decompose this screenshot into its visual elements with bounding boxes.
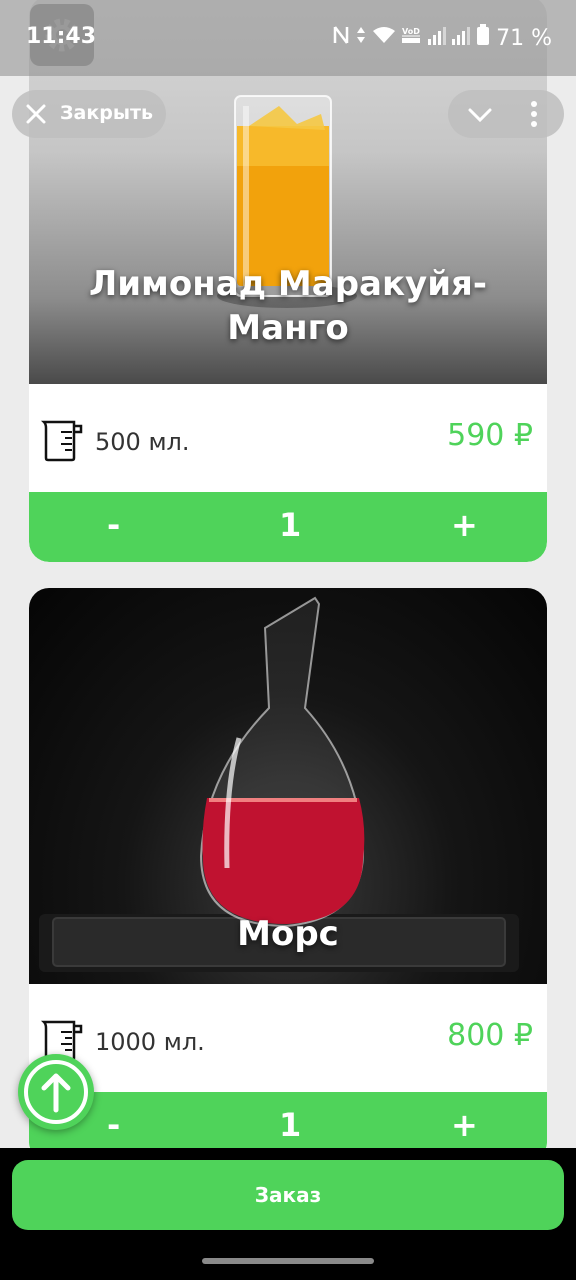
decrease-button[interactable]: - xyxy=(107,1106,120,1144)
increase-button[interactable]: + xyxy=(451,506,478,544)
home-indicator[interactable] xyxy=(202,1258,374,1264)
status-bar: 11:43 VoD LTE xyxy=(0,0,576,76)
wifi-icon xyxy=(372,25,396,51)
close-label: Закрыть xyxy=(60,102,154,124)
quantity-stepper: - 1 + xyxy=(29,492,547,562)
quantity-value: 1 xyxy=(279,506,302,544)
status-icons: VoD LTE 71 % xyxy=(332,24,552,52)
product-price: 590 ₽ xyxy=(447,418,533,453)
product-card: Лимонад Маракуйя-Манго 500 мл. 590 ₽ - 1… xyxy=(29,0,547,562)
product-title: Лимонад Маракуйя-Манго xyxy=(88,264,487,348)
data-arrows-icon xyxy=(356,25,366,51)
header-menu xyxy=(448,90,564,138)
battery-percent: 71 % xyxy=(496,25,552,51)
close-icon xyxy=(24,102,48,130)
product-info-row: 1000 мл. 800 ₽ xyxy=(29,1018,547,1078)
product-info-row: 500 мл. 590 ₽ xyxy=(29,418,547,478)
product-price: 800 ₽ xyxy=(447,1018,533,1053)
nfc-icon xyxy=(332,25,350,51)
decrease-button[interactable]: - xyxy=(107,506,120,544)
battery-icon xyxy=(476,24,490,52)
close-button[interactable]: Закрыть xyxy=(12,90,166,138)
product-photo: Морс xyxy=(29,588,547,984)
clock: 11:43 xyxy=(26,24,97,49)
scroll-to-top-button[interactable] xyxy=(18,1054,94,1130)
measuring-cup-icon xyxy=(40,418,83,462)
more-vertical-icon[interactable] xyxy=(528,100,540,132)
app-screen: Лимонад Маракуйя-Манго 500 мл. 590 ₽ - 1… xyxy=(0,0,576,1280)
product-card: Морс 1000 мл. 800 ₽ - 1 + xyxy=(29,588,547,1178)
product-title: Морс xyxy=(237,914,339,954)
order-button[interactable]: Заказ xyxy=(12,1160,564,1230)
signal-icon xyxy=(452,26,471,51)
arrow-up-icon xyxy=(24,1060,88,1124)
quantity-value: 1 xyxy=(279,1106,302,1144)
signal-icon xyxy=(428,26,447,51)
increase-button[interactable]: + xyxy=(451,1106,478,1144)
product-volume: 1000 мл. xyxy=(95,1028,205,1056)
chevron-down-icon[interactable] xyxy=(466,102,494,130)
volte-icon: VoD LTE xyxy=(402,25,437,51)
volte-text: VoD LTE xyxy=(402,27,422,36)
product-volume: 500 мл. xyxy=(95,428,190,456)
bottom-panel: Заказ xyxy=(0,1148,576,1280)
